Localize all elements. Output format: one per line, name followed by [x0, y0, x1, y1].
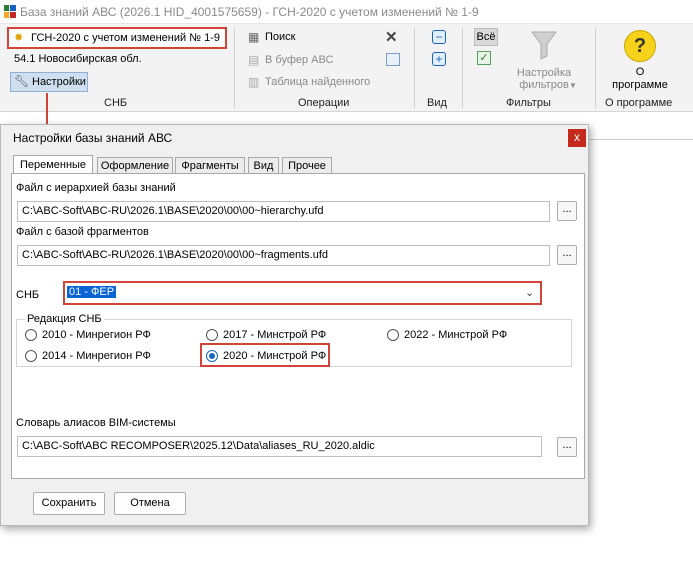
ribbon: ✸ ГСН-2020 с учетом изменений № 1-9 54.1… [0, 24, 693, 112]
radio-2022-label: 2022 - Минстрой РФ [404, 329, 508, 341]
snb-selected-label: ГСН-2020 с учетом изменений № 1-9 [31, 32, 220, 44]
wrench-icon: 🔧︎ [14, 74, 30, 88]
found-table-button[interactable]: Таблица найденного [265, 76, 370, 88]
help-icon[interactable]: ? [624, 30, 656, 62]
app-icon [4, 5, 16, 18]
radio-2014-label: 2014 - Минрегион РФ [42, 350, 151, 362]
radio-2014[interactable] [25, 350, 37, 362]
snb-selector[interactable]: ✸ ГСН-2020 с учетом изменений № 1-9 [7, 27, 227, 49]
close-button[interactable]: x [568, 129, 586, 147]
all-filter-button[interactable]: Всё [474, 28, 498, 46]
bim-label: Словарь алиасов BIM-системы [16, 417, 176, 429]
separator [234, 28, 235, 108]
tab-formatting[interactable]: Оформление [97, 157, 173, 174]
browse-bim-button[interactable]: ... [557, 437, 577, 457]
view-group-label: Вид [427, 97, 447, 109]
settings-dialog: Настройки базы знаний АВС x Переменные О… [0, 124, 589, 526]
snb-label: СНБ [16, 289, 40, 301]
bim-file-field[interactable]: C:\ABC-Soft\ABC RECOMPOSER\2025.12\Data\… [17, 436, 542, 457]
radio-2022[interactable] [387, 329, 399, 341]
tab-panel: Файл с иерархией базы знаний C:\ABC-Soft… [11, 173, 585, 479]
filter-settings-button[interactable]: Настройка фильтров [512, 67, 576, 91]
check-icon[interactable]: ✓ [477, 51, 491, 65]
settings-button[interactable]: 🔧︎ Настройки [10, 72, 88, 92]
to-buffer-button[interactable]: В буфер АВС [265, 54, 333, 66]
cancel-button[interactable]: Отмена [114, 492, 186, 515]
tab-variables[interactable]: Переменные [13, 155, 93, 174]
filters-group-label: Фильтры [506, 97, 551, 109]
radio-2020[interactable] [206, 350, 218, 362]
search-icon: ▦ [248, 30, 260, 44]
tab-view[interactable]: Вид [248, 157, 279, 174]
region-label: 54.1 Новосибирская обл. [14, 53, 142, 65]
about-button[interactable]: О программе [612, 66, 668, 92]
filter-icon [531, 30, 557, 60]
radio-2010-label: 2010 - Минрегион РФ [42, 329, 151, 341]
about-group-label: О программе [605, 97, 673, 109]
tab-other[interactable]: Прочее [282, 157, 332, 174]
edition-label: Редакция СНБ [25, 313, 104, 325]
browse-hierarchy-button[interactable]: ... [557, 201, 577, 221]
edit-icon[interactable] [386, 53, 400, 66]
radio-2017-label: 2017 - Минстрой РФ [223, 329, 327, 341]
title-bar: База знаний АВС (2026.1 HID_4001575659) … [0, 0, 693, 24]
settings-label: Настройки [32, 76, 86, 88]
expand-icon[interactable]: + [432, 52, 446, 66]
collapse-icon[interactable]: − [432, 30, 446, 44]
window-title: База знаний АВС (2026.1 HID_4001575659) … [20, 5, 479, 19]
hierarchy-label: Файл с иерархией базы знаний [16, 182, 176, 194]
star-icon: ✸ [14, 32, 24, 44]
tab-fragments[interactable]: Фрагменты [175, 157, 245, 174]
chevron-down-icon: ⌄ [525, 287, 535, 299]
snb-group-label: СНБ [104, 97, 128, 109]
background-list-header [589, 124, 693, 140]
clear-icon[interactable]: ✕ [385, 28, 398, 46]
snb-select[interactable]: 01 - ФЕР ⌄ [63, 281, 542, 305]
browse-fragments-button[interactable]: ... [557, 245, 577, 265]
save-button[interactable]: Сохранить [33, 492, 105, 515]
separator [462, 28, 463, 108]
snb-select-value: 01 - ФЕР [67, 286, 117, 298]
radio-2010[interactable] [25, 329, 37, 341]
radio-2017[interactable] [206, 329, 218, 341]
hierarchy-file-field[interactable]: C:\ABC-Soft\ABC-RU\2026.1\BASE\2020\00\0… [17, 201, 550, 222]
dialog-title: Настройки базы знаний АВС [13, 131, 173, 145]
separator [414, 28, 415, 108]
fragments-label: Файл с базой фрагментов [16, 226, 149, 238]
separator [595, 28, 596, 108]
radio-2020-label: 2020 - Минстрой РФ [223, 350, 327, 362]
table-icon: ▥ [248, 75, 260, 89]
operations-group-label: Операции [298, 97, 350, 109]
buffer-icon: ▤ [248, 53, 260, 67]
chevron-down-icon: ▼ [569, 81, 577, 90]
fragments-file-field[interactable]: C:\ABC-Soft\ABC-RU\2026.1\BASE\2020\00\0… [17, 245, 550, 266]
search-button[interactable]: Поиск [265, 31, 295, 43]
